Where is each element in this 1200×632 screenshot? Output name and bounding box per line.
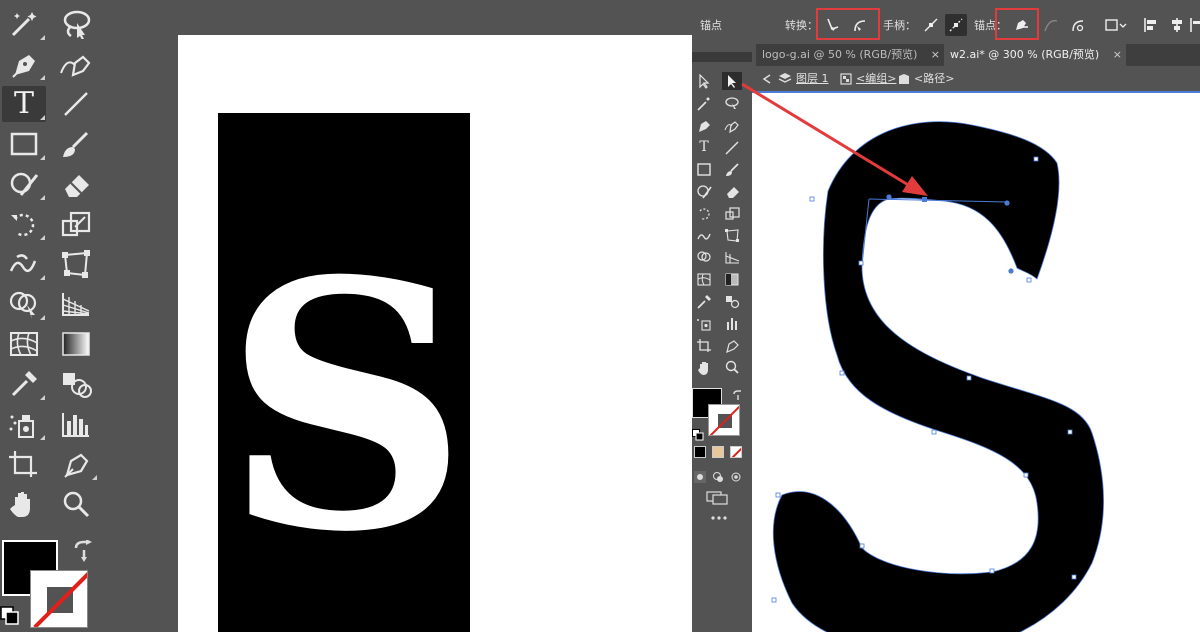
- annotation-arrow: [741, 82, 928, 196]
- screenshot-root: T S 锚点 转换： 手柄： 锚点： logo-g.ai @ 50 % (RGB…: [0, 0, 1200, 632]
